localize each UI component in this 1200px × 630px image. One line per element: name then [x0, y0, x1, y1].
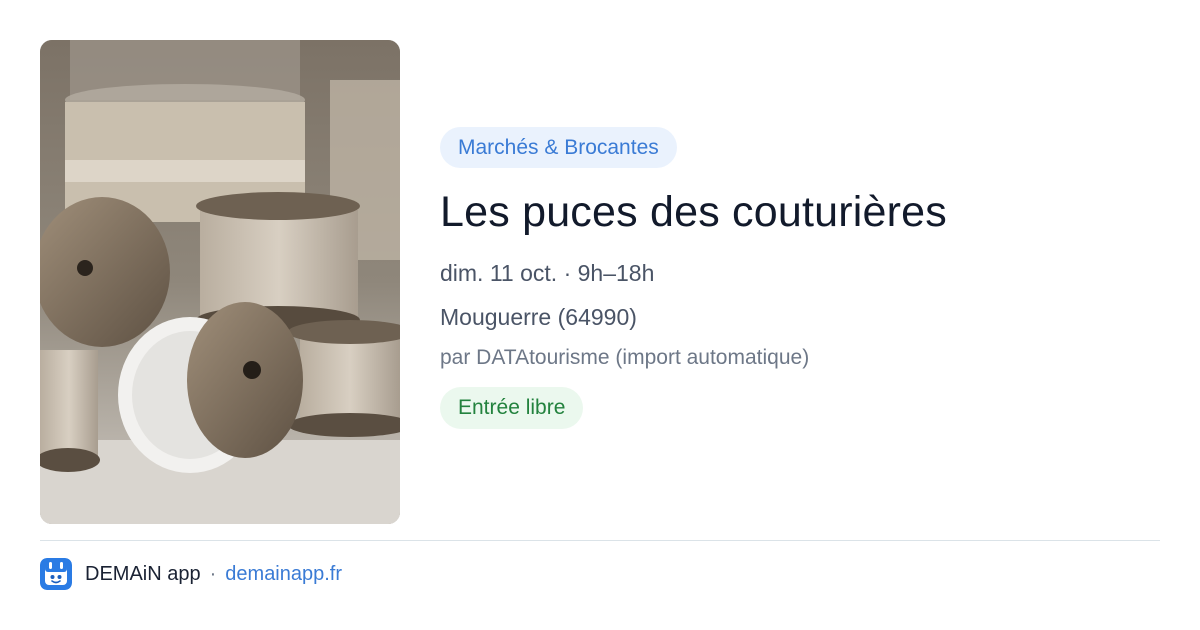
event-share-card: Marchés & Brocantes Les puces des coutur… — [0, 0, 1200, 630]
footer: DEMAiN app · demainapp.fr — [40, 558, 342, 590]
footer-separator: · — [209, 562, 217, 585]
event-location: Mouguerre (64990) — [440, 304, 637, 330]
footer-divider — [40, 540, 1160, 541]
event-info: Marchés & Brocantes Les puces des coutur… — [440, 127, 1160, 429]
site-link[interactable]: demainapp.fr — [225, 563, 342, 586]
event-datetime: dim. 11 oct. · 9h–18h — [440, 260, 655, 286]
event-photo — [40, 40, 400, 524]
event-title: Les puces des couturières — [440, 188, 947, 236]
category-badge[interactable]: Marchés & Brocantes — [440, 127, 677, 168]
price-badge: Entrée libre — [440, 387, 584, 429]
event-source: par DATAtourisme (import automatique) — [440, 346, 810, 369]
app-name: DEMAiN app — [85, 562, 201, 585]
sewing-spools-image — [40, 40, 400, 524]
demain-app-icon — [40, 558, 72, 590]
